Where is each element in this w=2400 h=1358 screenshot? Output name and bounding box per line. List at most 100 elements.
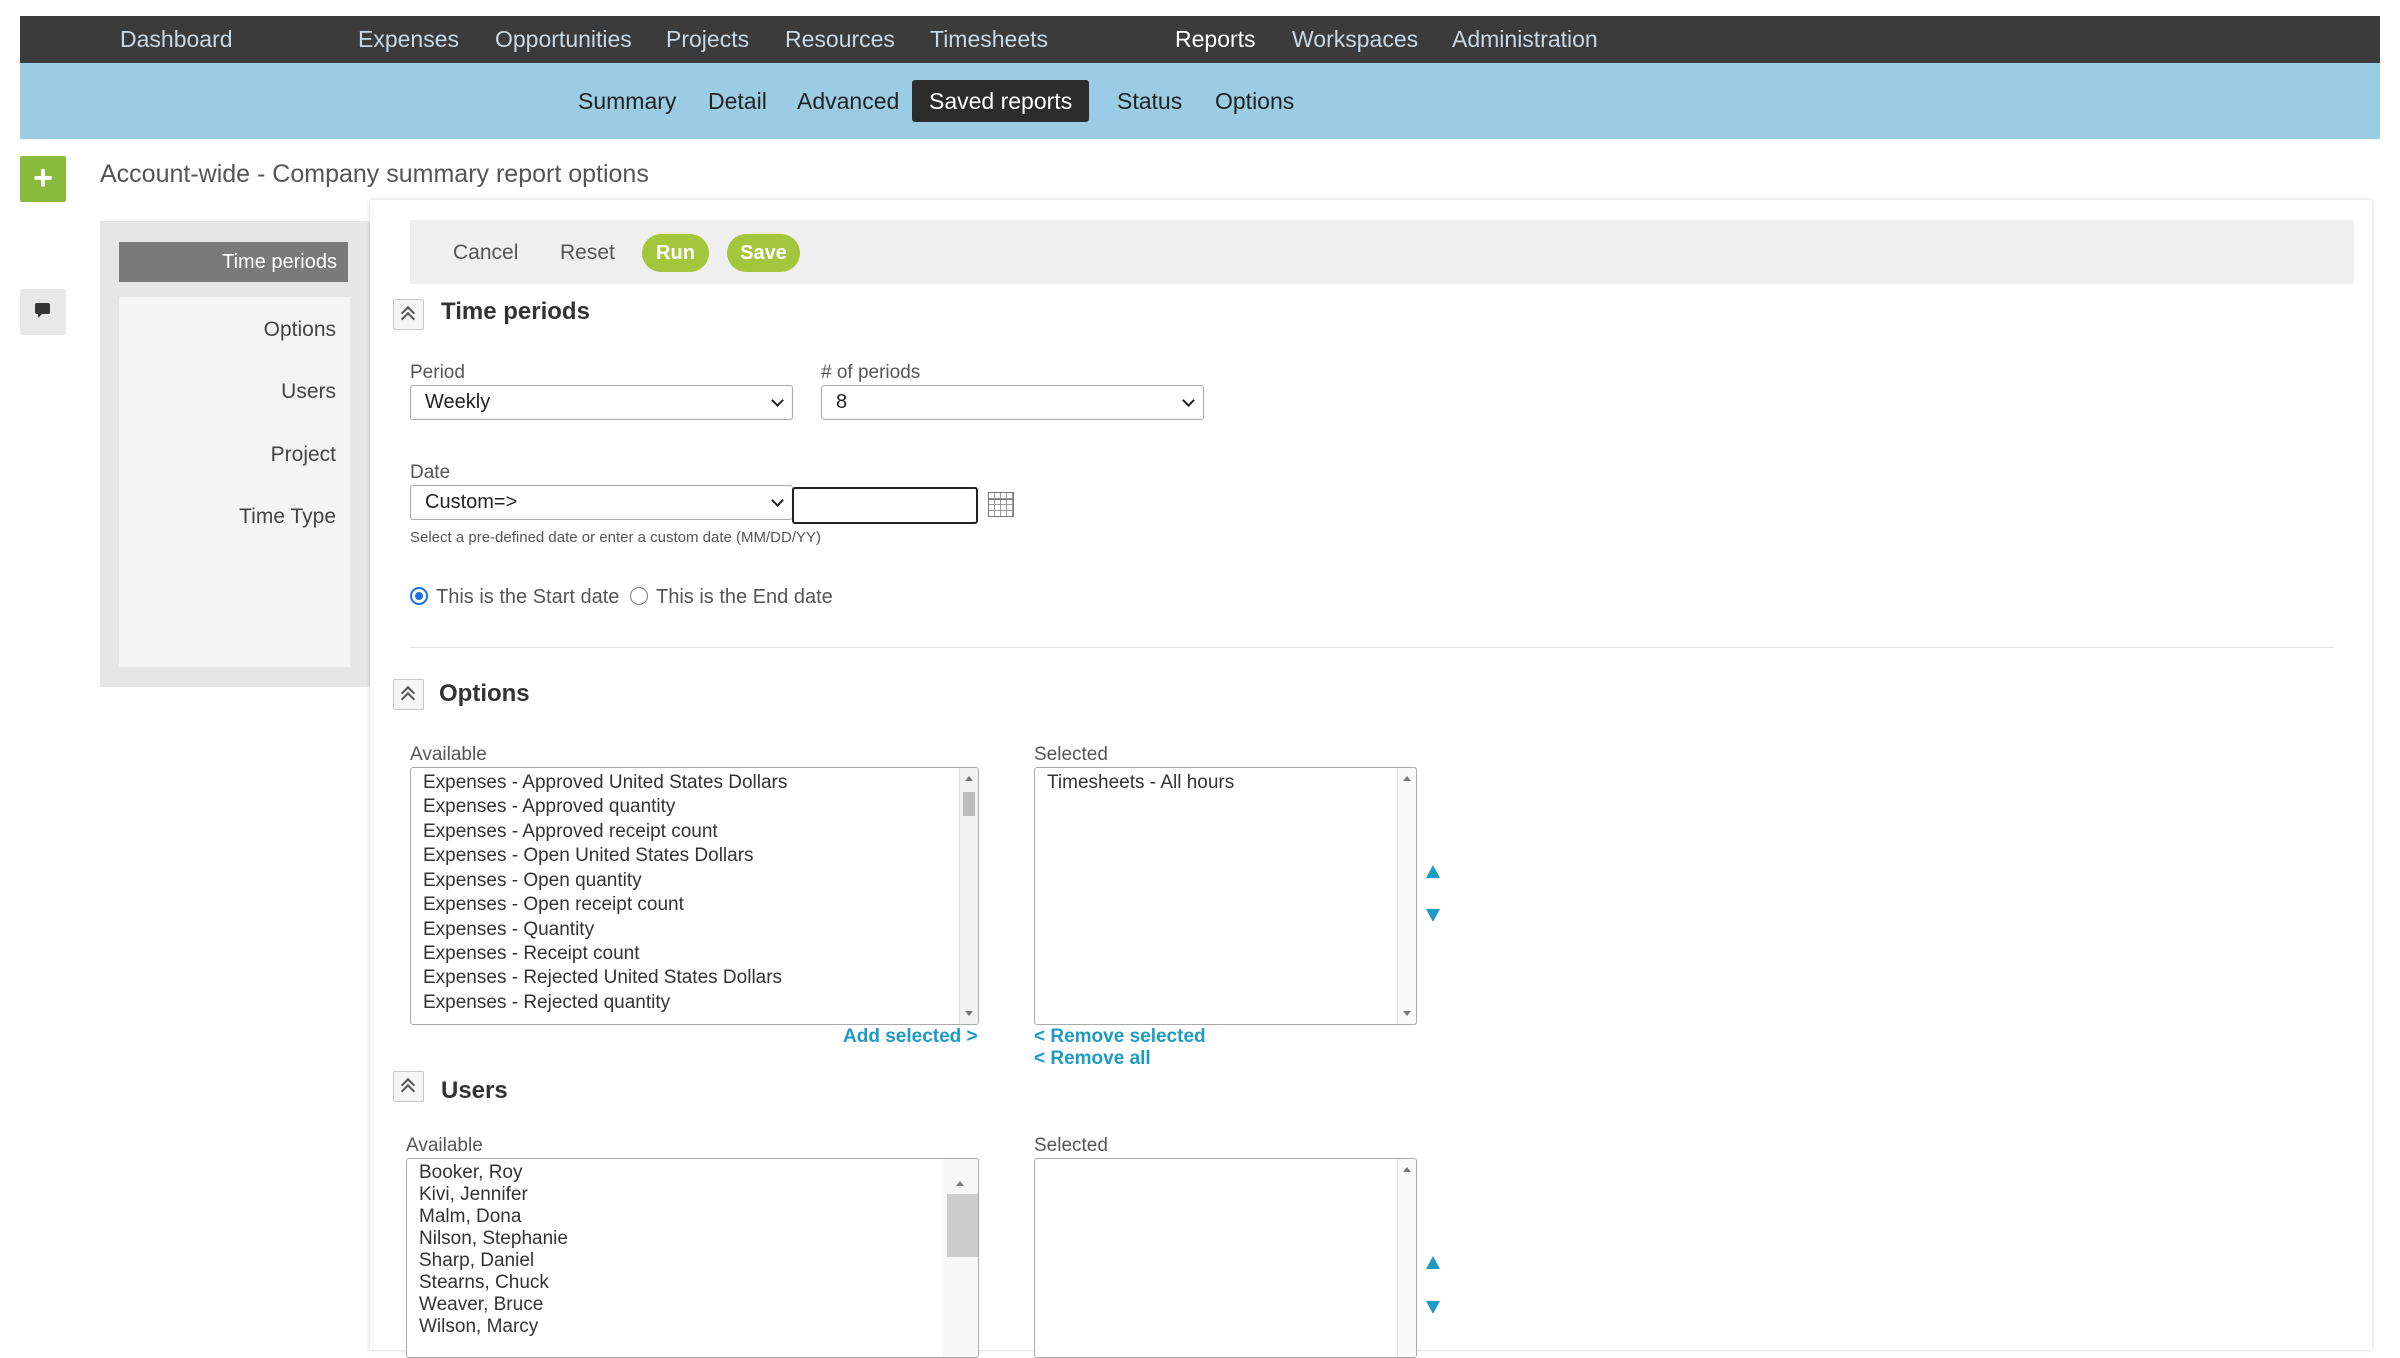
users-selected-list[interactable] — [1034, 1158, 1417, 1358]
num-periods-select[interactable]: 8 — [821, 385, 1204, 420]
scroll-down-icon — [1403, 1011, 1411, 1016]
list-item[interactable]: Sharp, Daniel — [419, 1249, 534, 1273]
move-down-icon[interactable] — [1426, 909, 1440, 922]
list-item[interactable]: Expenses - Approved quantity — [423, 795, 675, 819]
sub-nav: Summary Detail Advanced Saved reports St… — [20, 63, 2380, 139]
move-up-icon[interactable] — [1426, 865, 1440, 878]
reset-button[interactable]: Reset — [560, 234, 615, 272]
end-date-radio-label[interactable]: This is the End date — [656, 586, 833, 609]
list-item[interactable]: Wilson, Marcy — [419, 1315, 538, 1339]
scroll-thumb[interactable] — [963, 792, 975, 816]
list-item[interactable]: Expenses - Open United States Dollars — [423, 844, 754, 868]
time-periods-heading: Time periods — [441, 298, 590, 325]
date-value: Custom=> — [425, 491, 518, 513]
collapse-users-button[interactable] — [393, 1071, 424, 1102]
scroll-up-icon — [965, 776, 973, 781]
nav-expenses[interactable]: Expenses — [358, 16, 459, 63]
collapse-time-periods-button[interactable] — [393, 299, 424, 330]
tab-detail[interactable]: Detail — [691, 80, 784, 122]
users-available-scrollbar[interactable] — [942, 1159, 978, 1357]
remove-selected-link[interactable]: < Remove selected — [1034, 1026, 1206, 1048]
side-panel-inner — [119, 297, 350, 667]
list-item[interactable]: Timesheets - All hours — [1047, 771, 1234, 795]
side-tab-users[interactable]: Users — [281, 380, 336, 404]
nav-timesheets[interactable]: Timesheets — [930, 16, 1048, 63]
save-button[interactable]: Save — [727, 234, 800, 272]
period-value: Weekly — [425, 391, 491, 413]
list-item[interactable]: Expenses - Quantity — [423, 918, 594, 942]
tab-saved-reports[interactable]: Saved reports — [912, 80, 1090, 122]
chevron-down-icon — [1182, 394, 1195, 407]
nav-projects[interactable]: Projects — [666, 16, 749, 63]
move-down-icon[interactable] — [1426, 1301, 1440, 1314]
calendar-icon[interactable] — [988, 492, 1014, 517]
list-item[interactable]: Nilson, Stephanie — [419, 1227, 568, 1251]
list-item[interactable]: Stearns, Chuck — [419, 1271, 549, 1295]
nav-administration[interactable]: Administration — [1452, 16, 1598, 63]
options-available-scrollbar[interactable] — [959, 768, 978, 1024]
options-available-list[interactable]: Expenses - Approved United States Dollar… — [410, 767, 979, 1025]
end-date-radio[interactable] — [630, 587, 648, 605]
custom-date-input[interactable] — [792, 487, 978, 524]
list-item[interactable]: Expenses - Rejected United States Dollar… — [423, 966, 782, 990]
start-date-radio-label[interactable]: This is the Start date — [436, 586, 619, 609]
list-item[interactable]: Booker, Roy — [419, 1161, 523, 1185]
users-available-label: Available — [406, 1135, 483, 1156]
side-tab-time-type[interactable]: Time Type — [239, 505, 336, 529]
list-item[interactable]: Malm, Dona — [419, 1205, 521, 1229]
tab-options[interactable]: Options — [1198, 80, 1311, 122]
side-tab-time-periods[interactable]: Time periods — [119, 242, 348, 282]
users-available-list[interactable]: Booker, Roy Kivi, Jennifer Malm, Dona Ni… — [406, 1158, 979, 1358]
date-select[interactable]: Custom=> — [410, 485, 793, 520]
options-selected-label: Selected — [1034, 744, 1108, 765]
users-selected-label: Selected — [1034, 1135, 1108, 1156]
chat-button[interactable] — [20, 289, 66, 335]
list-item[interactable]: Expenses - Receipt count — [423, 942, 640, 966]
list-item[interactable]: Expenses - Approved receipt count — [423, 820, 718, 844]
nav-dashboard[interactable]: Dashboard — [120, 16, 233, 63]
num-periods-label: # of periods — [821, 362, 921, 383]
scroll-up-icon — [1403, 1167, 1411, 1172]
scroll-up-icon — [1403, 776, 1411, 781]
list-item[interactable]: Expenses - Open receipt count — [423, 893, 684, 917]
period-select[interactable]: Weekly — [410, 385, 793, 420]
tab-summary[interactable]: Summary — [561, 80, 693, 122]
list-item[interactable]: Weaver, Bruce — [419, 1293, 543, 1317]
list-item[interactable]: Expenses - Rejected quantity — [423, 991, 670, 1015]
chevron-down-icon — [771, 494, 784, 507]
options-selected-scrollbar[interactable] — [1397, 768, 1416, 1024]
chevron-down-icon — [771, 394, 784, 407]
nav-opportunities[interactable]: Opportunities — [495, 16, 632, 63]
collapse-options-button[interactable] — [393, 679, 424, 710]
nav-workspaces[interactable]: Workspaces — [1292, 16, 1418, 63]
add-selected-link[interactable]: Add selected > — [843, 1026, 978, 1048]
side-tab-options[interactable]: Options — [264, 318, 336, 342]
top-nav: Dashboard Expenses Opportunities Project… — [20, 16, 2380, 63]
users-selected-scrollbar[interactable] — [1397, 1159, 1416, 1357]
add-button[interactable]: + — [20, 156, 66, 202]
nav-reports[interactable]: Reports — [1175, 16, 1256, 63]
tab-status[interactable]: Status — [1100, 80, 1199, 122]
list-item[interactable]: Kivi, Jennifer — [419, 1183, 528, 1207]
date-hint: Select a pre-defined date or enter a cus… — [410, 529, 822, 546]
start-date-radio[interactable] — [410, 587, 428, 605]
move-up-icon[interactable] — [1426, 1256, 1440, 1269]
num-periods-value: 8 — [836, 391, 848, 413]
options-available-label: Available — [410, 744, 487, 765]
run-button[interactable]: Run — [642, 234, 709, 272]
nav-resources[interactable]: Resources — [785, 16, 895, 63]
options-selected-list[interactable]: Timesheets - All hours — [1034, 767, 1417, 1025]
date-label: Date — [410, 462, 451, 483]
tab-advanced[interactable]: Advanced — [780, 80, 916, 122]
section-divider — [410, 647, 2334, 648]
plus-icon: + — [33, 159, 53, 197]
scroll-down-icon — [965, 1011, 973, 1016]
users-heading: Users — [441, 1077, 508, 1104]
side-tab-project[interactable]: Project — [271, 443, 336, 467]
remove-all-link[interactable]: < Remove all — [1034, 1048, 1151, 1070]
cancel-button[interactable]: Cancel — [453, 234, 518, 272]
list-item[interactable]: Expenses - Approved United States Dollar… — [423, 771, 787, 795]
list-item[interactable]: Expenses - Open quantity — [423, 869, 642, 893]
options-heading: Options — [439, 680, 530, 707]
scroll-thumb[interactable] — [947, 1194, 978, 1257]
